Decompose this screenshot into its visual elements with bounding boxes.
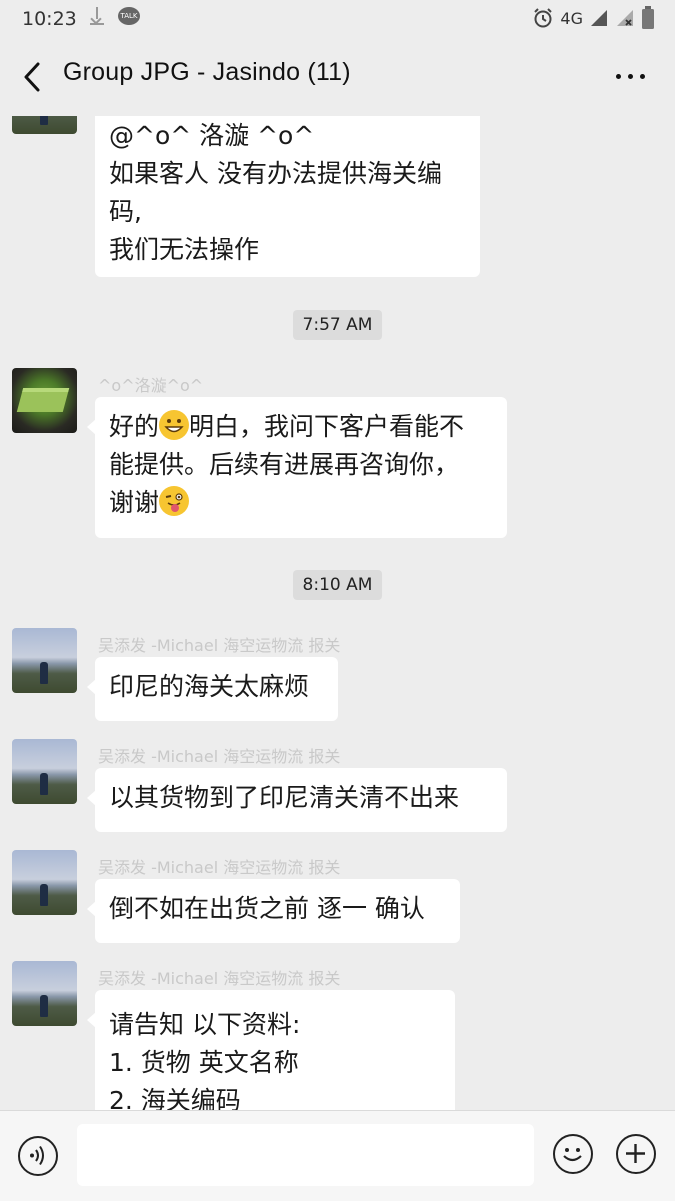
- back-arrow-icon[interactable]: [18, 60, 50, 94]
- message-text: 印尼的海关太麻烦: [109, 672, 310, 701]
- alarm-icon: [534, 8, 553, 28]
- message-text: 2. 海关编码: [109, 1086, 241, 1110]
- message-bubble[interactable]: 请告知 以下资料: 1. 货物 英文名称 2. 海关编码: [87, 990, 455, 1110]
- timestamp: 8:10 AM: [292, 570, 383, 600]
- sender-name: 吴添发 -Michael 海空运物流 报关: [98, 636, 341, 655]
- chat-header: Group JPG - Jasindo (11): [0, 38, 675, 116]
- voice-input-icon[interactable]: [18, 1136, 58, 1176]
- grinning-emoji-icon: [159, 410, 190, 440]
- input-bar: [0, 1110, 675, 1201]
- sender-avatar[interactable]: [12, 850, 77, 915]
- sender-name: 吴添发 -Michael 海空运物流 报关: [98, 969, 341, 988]
- message-bubble[interactable]: 以其货物到了印尼清关清不出来: [87, 768, 507, 832]
- message-text: 以其货物到了印尼清关清不出来: [109, 783, 460, 812]
- message-bubble[interactable]: 印尼的海关太麻烦: [87, 657, 338, 721]
- sender-avatar[interactable]: [12, 116, 77, 134]
- sender-name: 吴添发 -Michael 海空运物流 报关: [98, 747, 341, 766]
- winking-tongue-emoji-icon: [159, 486, 190, 516]
- status-time: 10:23: [22, 8, 77, 30]
- sender-avatar[interactable]: [12, 628, 77, 693]
- timestamp: 7:57 AM: [292, 310, 383, 340]
- message-text: 倒不如在出货之前 逐一 确认: [109, 894, 425, 923]
- message-text: 能提供。后续有进展再咨询你，: [109, 450, 460, 479]
- message-input[interactable]: [77, 1124, 534, 1186]
- message-bubble[interactable]: 好的 明白，我问下客户看能不 能提供。后续有进展再咨询你， 谢谢: [87, 397, 507, 538]
- message-text: 请告知 以下资料:: [109, 1010, 301, 1039]
- message-text: 明白，我问下客户看能不: [189, 412, 465, 441]
- download-icon: [90, 7, 104, 25]
- emoji-icon[interactable]: [553, 1134, 593, 1174]
- sender-name: 吴添发 -Michael 海空运物流 报关: [98, 858, 341, 877]
- sender-avatar[interactable]: [12, 368, 77, 433]
- message-text: 好的: [109, 412, 160, 441]
- message-list[interactable]: @^o^ 洛漩 ^o^ 如果客人 没有办法提供海关编 码, 我们无法操作 7:5…: [0, 116, 675, 1110]
- message-text: 码,: [109, 197, 142, 226]
- message-text: 谢谢: [109, 488, 160, 517]
- message-text: @^o^ 洛漩 ^o^: [109, 121, 315, 150]
- network-type: 4G: [560, 8, 583, 28]
- message-text: 如果客人 没有办法提供海关编: [109, 159, 442, 188]
- message-bubble[interactable]: 倒不如在出货之前 逐一 确认: [87, 879, 460, 943]
- sender-avatar[interactable]: [12, 961, 77, 1026]
- status-bar: 10:23 TALK 4G: [0, 0, 675, 38]
- sender-avatar[interactable]: [12, 739, 77, 804]
- sender-name: ^o^洛漩^o^: [98, 376, 204, 395]
- battery-icon: [642, 6, 654, 29]
- message-text: 我们无法操作: [109, 235, 260, 264]
- more-options-icon[interactable]: [616, 74, 645, 79]
- signal-icon: [591, 10, 607, 26]
- signal-no-sim-icon: [617, 10, 633, 26]
- chat-title: Group JPG - Jasindo (11): [63, 58, 351, 86]
- message-bubble[interactable]: @^o^ 洛漩 ^o^ 如果客人 没有办法提供海关编 码, 我们无法操作: [95, 116, 480, 277]
- message-text: 1. 货物 英文名称: [109, 1048, 299, 1077]
- plus-icon[interactable]: [616, 1134, 656, 1174]
- kakaotalk-icon: TALK: [118, 7, 140, 25]
